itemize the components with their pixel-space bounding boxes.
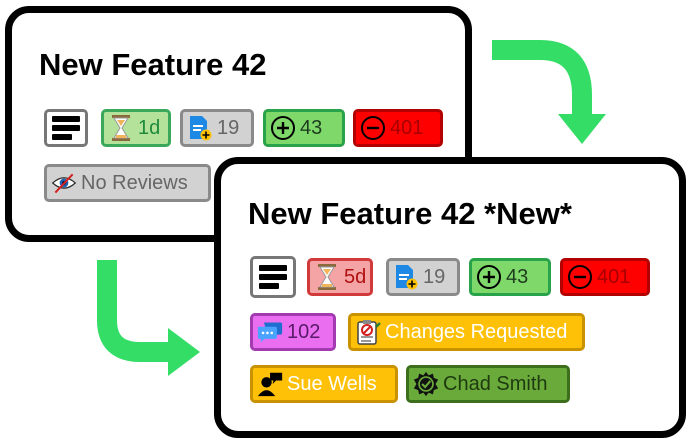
age-text: 5d (344, 265, 367, 288)
age-badge: 1d (101, 109, 171, 147)
chat-bubbles-icon (257, 319, 283, 345)
files-badge: 19 (386, 258, 460, 296)
additions-count: 43 (300, 116, 323, 139)
pr-card-new[interactable]: New Feature 42 *New* 5d 19 43 401 102 Ch… (214, 157, 686, 438)
additions-count: 43 (506, 265, 529, 288)
reviewer-badge-2: Chad Smith (406, 365, 570, 403)
status-text: Changes Requested (385, 320, 568, 343)
menu-button[interactable] (250, 256, 296, 298)
age-badge: 5d (307, 258, 373, 296)
deletions-count: 401 (390, 116, 424, 139)
comments-badge: 102 (250, 313, 336, 351)
deletions-badge: 401 (560, 258, 650, 296)
additions-badge: 43 (263, 109, 345, 147)
file-plus-icon (393, 264, 419, 290)
hourglass-icon (108, 115, 134, 141)
menu-lines-icon (259, 265, 287, 289)
files-badge: 19 (180, 109, 254, 147)
additions-badge: 43 (469, 258, 551, 296)
minus-circle-icon (360, 115, 386, 141)
changes-requested-badge: Changes Requested (348, 313, 585, 351)
deletions-count: 401 (597, 265, 631, 288)
files-count: 19 (217, 116, 240, 139)
menu-button[interactable] (44, 109, 88, 147)
eye-off-icon (51, 170, 77, 196)
reviewer-badge-1: Sue Wells (250, 365, 398, 403)
plus-circle-icon (270, 115, 296, 141)
clipboard-blocked-icon (355, 319, 381, 345)
deletions-badge: 401 (353, 109, 443, 147)
minus-circle-icon (567, 264, 593, 290)
menu-lines-icon (52, 116, 80, 140)
hourglass-icon (314, 264, 340, 290)
age-text: 1d (138, 116, 161, 139)
file-plus-icon (187, 115, 213, 141)
pr-title: New Feature 42 (39, 47, 267, 82)
approved-seal-icon (413, 371, 439, 397)
reviewer-name: Chad Smith (443, 372, 548, 395)
pr-title: New Feature 42 *New* (248, 196, 572, 231)
files-count: 19 (423, 265, 446, 288)
reviews-badge: No Reviews (44, 164, 211, 202)
reviews-text: No Reviews (81, 171, 188, 194)
person-speech-icon (257, 371, 283, 397)
plus-circle-icon (476, 264, 502, 290)
reviewer-name: Sue Wells (287, 372, 377, 395)
comments-count: 102 (287, 320, 321, 343)
